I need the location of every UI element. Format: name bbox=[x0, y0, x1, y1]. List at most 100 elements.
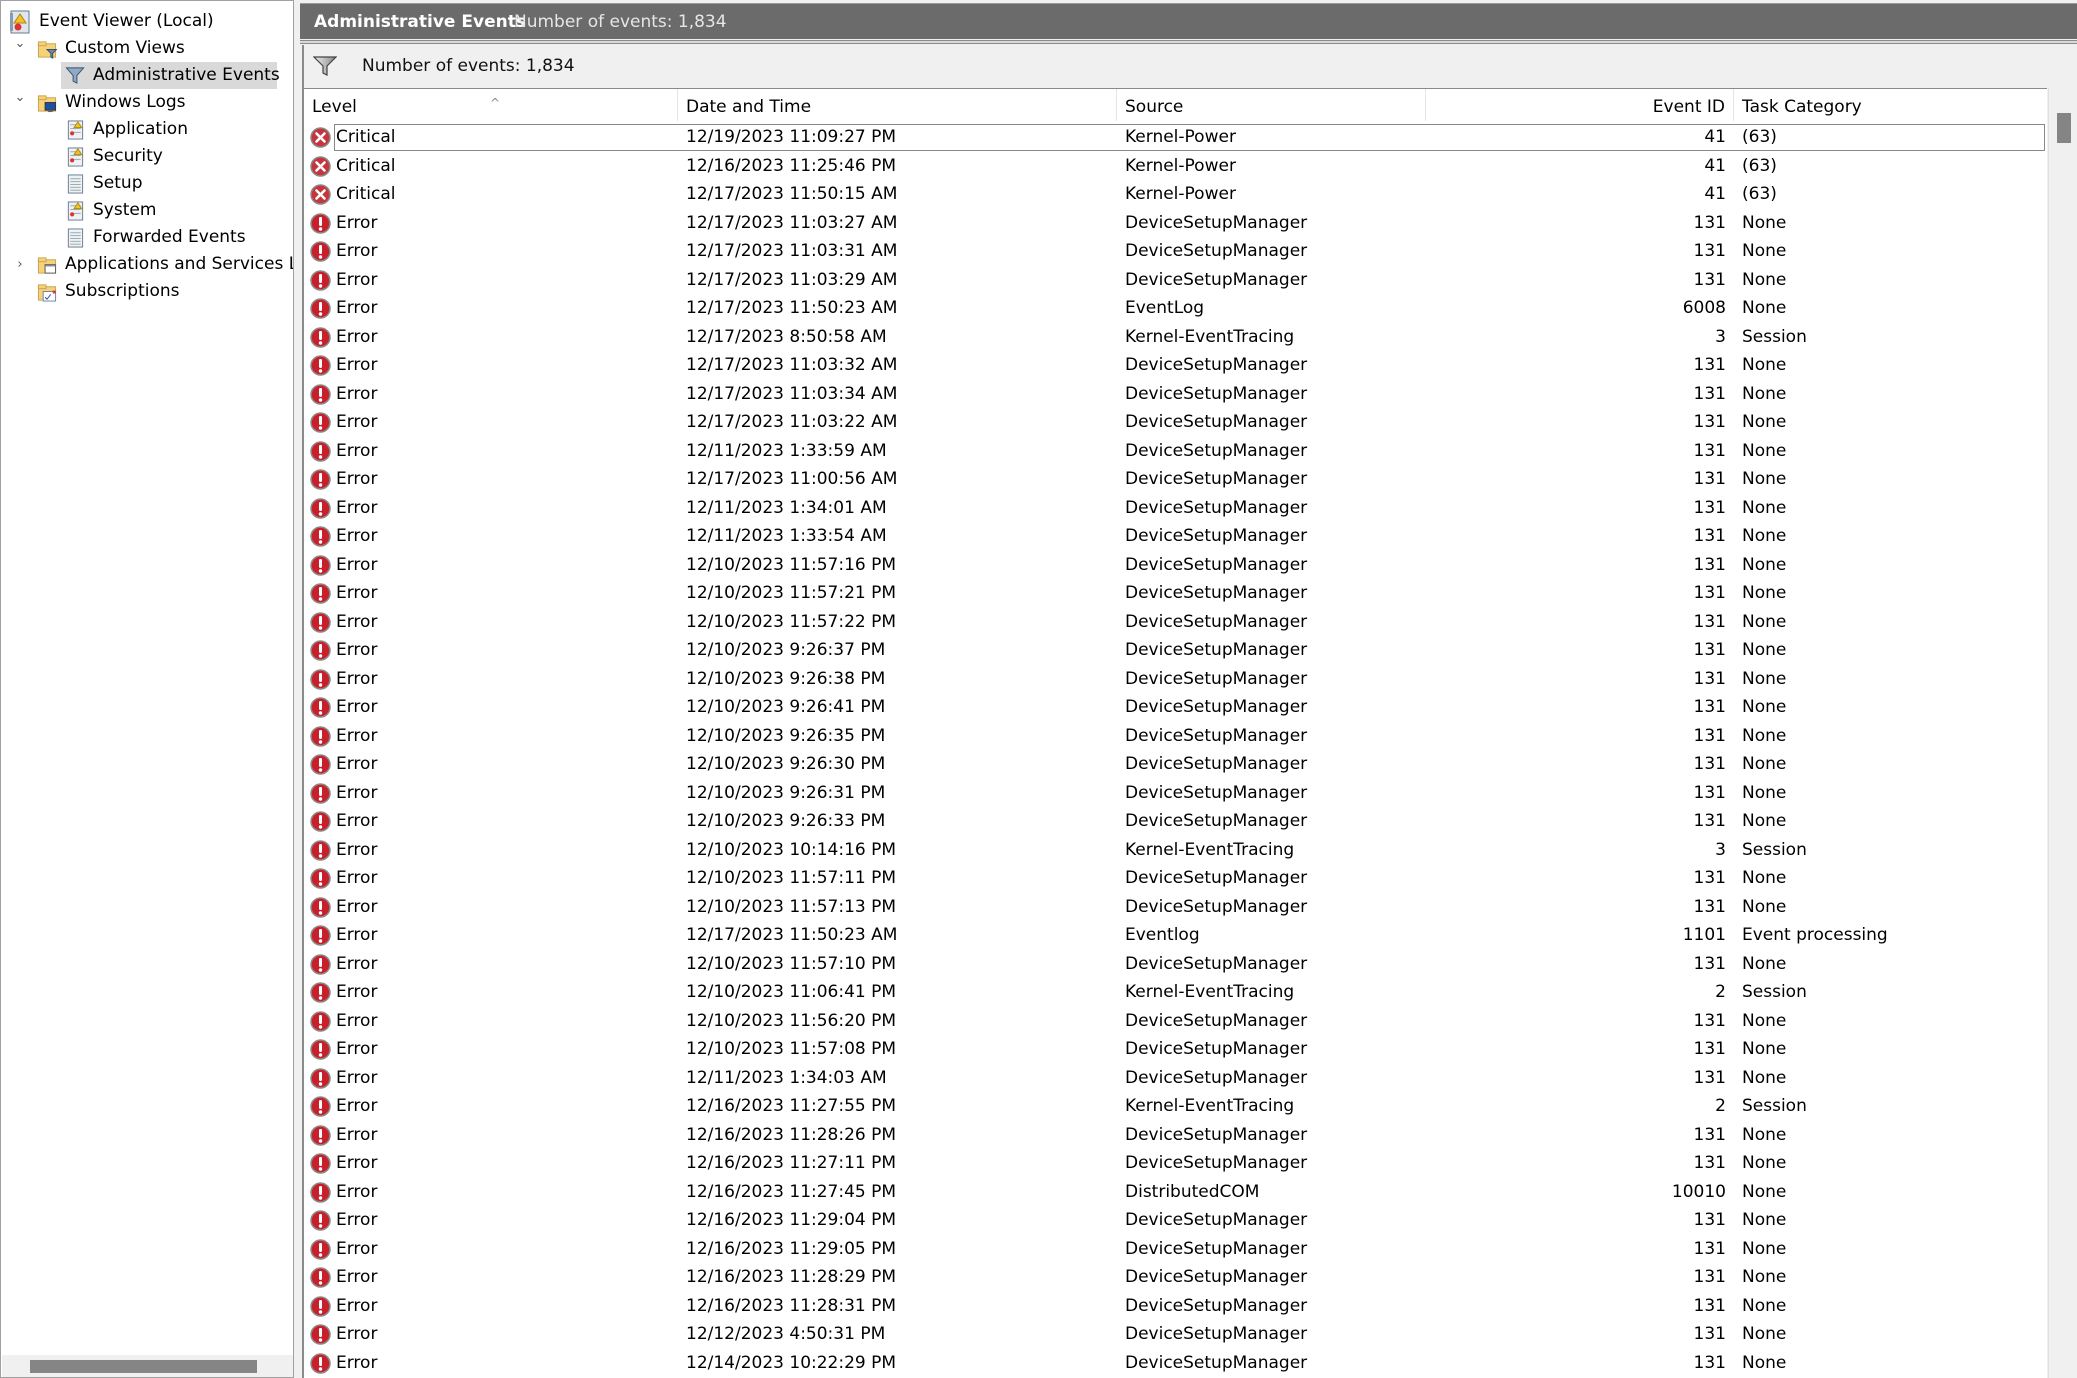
table-row[interactable]: Error 12/10/2023 9:26:37 PM DeviceSetupMan… bbox=[304, 636, 2047, 665]
cell-event-id: 131 bbox=[1693, 440, 1726, 461]
table-row[interactable]: Error 12/10/2023 11:57:16 PM DeviceSetupMa… bbox=[304, 551, 2047, 580]
column-header-date-time[interactable]: Date and Time bbox=[678, 89, 1117, 121]
tree-item-windows-logs[interactable]: ⌄ Windows Logs bbox=[1, 89, 293, 116]
table-row[interactable]: Error 12/17/2023 11:03:22 AM DeviceSetupMa… bbox=[304, 408, 2047, 437]
chevron-right-icon[interactable]: › bbox=[13, 251, 27, 278]
table-row[interactable]: Error 12/17/2023 11:03:32 AM DeviceSetupMa… bbox=[304, 351, 2047, 380]
cell-level: Error bbox=[304, 1121, 678, 1150]
cell-source: DeviceSetupManager bbox=[1125, 1153, 1308, 1173]
table-row[interactable]: Error 12/10/2023 9:26:33 PM DeviceSetupMan… bbox=[304, 807, 2047, 836]
table-row[interactable]: Error 12/16/2023 11:28:26 PM DeviceSetupMa… bbox=[304, 1121, 2047, 1150]
tree-item-application[interactable]: Application bbox=[1, 116, 293, 143]
scrollbar-thumb[interactable] bbox=[2057, 113, 2071, 143]
tree-item-security[interactable]: Security bbox=[1, 143, 293, 170]
table-row[interactable]: Error 12/16/2023 11:27:11 PM DeviceSetupMa… bbox=[304, 1149, 2047, 1178]
column-header-source[interactable]: Source bbox=[1117, 89, 1426, 121]
tree-item-forwarded-events[interactable]: Forwarded Events bbox=[1, 224, 293, 251]
critical-icon bbox=[310, 155, 331, 177]
table-row[interactable]: Error 12/11/2023 1:33:54 AM DeviceSetupMan… bbox=[304, 522, 2047, 551]
table-row[interactable]: Error 12/16/2023 11:27:45 PM DistributedCO… bbox=[304, 1178, 2047, 1207]
table-row[interactable]: Error 12/16/2023 11:28:29 PM DeviceSetupMa… bbox=[304, 1263, 2047, 1292]
table-row[interactable]: Error 12/11/2023 1:34:03 AM DeviceSetupMan… bbox=[304, 1064, 2047, 1093]
table-row[interactable]: Error 12/10/2023 11:06:41 PM Kernel-EventT… bbox=[304, 978, 2047, 1007]
cell-task-category: None bbox=[1742, 668, 1787, 689]
column-header-task-category[interactable]: Task Category bbox=[1734, 89, 2047, 121]
cell-level: Error bbox=[304, 836, 678, 865]
table-row[interactable]: Error 12/10/2023 11:57:13 PM DeviceSetupMa… bbox=[304, 893, 2047, 922]
cell-event-id: 131 bbox=[1693, 754, 1726, 774]
cell-level: Error bbox=[304, 1235, 678, 1264]
table-row[interactable]: Error 12/10/2023 11:56:20 PM DeviceSetupMa… bbox=[304, 1007, 2047, 1036]
table-row[interactable]: Error 12/10/2023 11:57:08 PM DeviceSetupMa… bbox=[304, 1035, 2047, 1064]
tree-item-system[interactable]: System bbox=[1, 197, 293, 224]
cell-date-time: 12/17/2023 11:03:34 AM bbox=[686, 383, 898, 404]
tree-item-administrative-events[interactable]: Administrative Events bbox=[1, 62, 293, 89]
cell-source: Kernel-EventTracing bbox=[1125, 326, 1295, 347]
tree-item-applications-and-services-logs[interactable]: › Applications and Services Logs bbox=[1, 251, 293, 278]
table-row[interactable]: Critical 12/17/2023 11:50:15 AM Kernel-Pow… bbox=[304, 180, 2047, 209]
table-row[interactable]: Error 12/17/2023 11:03:31 AM DeviceSetupMa… bbox=[304, 237, 2047, 266]
cell-event-id: 131 bbox=[1693, 640, 1726, 660]
cell-source: DeviceSetupManager bbox=[1125, 754, 1308, 774]
table-row[interactable]: Error 12/10/2023 11:57:22 PM DeviceSetupMa… bbox=[304, 608, 2047, 637]
table-row[interactable]: Error 12/10/2023 11:57:21 PM DeviceSetupMa… bbox=[304, 579, 2047, 608]
table-row[interactable]: Error 12/17/2023 11:00:56 AM DeviceSetupMa… bbox=[304, 465, 2047, 494]
table-row[interactable]: Error 12/10/2023 9:26:38 PM DeviceSetupMan… bbox=[304, 665, 2047, 694]
table-row[interactable]: Error 12/16/2023 11:28:31 PM DeviceSetupMa… bbox=[304, 1292, 2047, 1321]
table-row[interactable]: Error 12/10/2023 9:26:41 PM DeviceSetupMan… bbox=[304, 693, 2047, 722]
cell-level: Error bbox=[304, 693, 678, 722]
table-row[interactable]: Error 12/12/2023 4:50:31 PM DeviceSetupMan… bbox=[304, 1320, 2047, 1349]
table-row[interactable]: Error 12/17/2023 11:03:34 AM DeviceSetupMa… bbox=[304, 380, 2047, 409]
cell-date-time: 12/10/2023 11:57:08 PM bbox=[686, 1039, 897, 1059]
tree-item-subscriptions[interactable]: Subscriptions bbox=[1, 278, 293, 305]
cell-date-time: 12/17/2023 11:03:22 AM bbox=[686, 412, 898, 432]
table-row[interactable]: Error 12/11/2023 1:33:59 AM DeviceSetupMan… bbox=[304, 437, 2047, 466]
error-icon bbox=[310, 298, 331, 319]
table-row[interactable]: Error 12/11/2023 1:34:01 AM DeviceSetupMan… bbox=[304, 494, 2047, 523]
cell-date-time: 12/10/2023 9:26:33 PM bbox=[686, 811, 886, 831]
table-row[interactable]: Error 12/17/2023 11:50:23 AM EventLog 6008 N… bbox=[304, 294, 2047, 323]
table-row[interactable]: Error 12/10/2023 11:57:10 PM DeviceSetupMa… bbox=[304, 950, 2047, 979]
tree-item-custom-views[interactable]: ⌄ Custom Views bbox=[1, 35, 293, 62]
cell-source: DeviceSetupManager bbox=[1125, 1010, 1308, 1031]
table-row[interactable]: Error 12/10/2023 9:26:30 PM DeviceSetupMan… bbox=[304, 750, 2047, 779]
scrollbar-thumb[interactable] bbox=[30, 1360, 257, 1373]
table-row[interactable]: Error 12/17/2023 11:03:29 AM DeviceSetupMa… bbox=[304, 266, 2047, 295]
level-text: Critical bbox=[336, 184, 396, 204]
table-row[interactable]: Error 12/17/2023 11:50:23 AM Eventlog 1101 E… bbox=[304, 921, 2047, 950]
table-row[interactable]: Critical 12/16/2023 11:25:46 PM Kernel-Pow… bbox=[304, 152, 2047, 181]
column-header-event-id[interactable]: Event ID bbox=[1426, 89, 1734, 121]
cell-source: Kernel-EventTracing bbox=[1125, 1096, 1295, 1116]
error-icon bbox=[310, 953, 331, 975]
cell-task-category: None bbox=[1742, 1067, 1787, 1088]
table-row[interactable]: Error 12/17/2023 8:50:58 AM Kernel-EventTr… bbox=[304, 323, 2047, 352]
cell-event-id: 131 bbox=[1693, 1067, 1726, 1088]
cell-level: Critical bbox=[304, 180, 678, 209]
log-warning-icon bbox=[67, 120, 84, 140]
table-row[interactable]: Error 12/10/2023 9:26:35 PM DeviceSetupMan… bbox=[304, 722, 2047, 751]
horizontal-scrollbar[interactable] bbox=[2, 1355, 293, 1377]
tree-item-setup[interactable]: Setup bbox=[1, 170, 293, 197]
table-row[interactable]: Error 12/16/2023 11:29:05 PM DeviceSetupMa… bbox=[304, 1235, 2047, 1264]
table-row[interactable]: Error 12/10/2023 10:14:16 PM Kernel-EventT… bbox=[304, 836, 2047, 865]
table-row[interactable]: Error 12/10/2023 11:57:11 PM DeviceSetupMa… bbox=[304, 864, 2047, 893]
cell-source: DeviceSetupManager bbox=[1125, 668, 1308, 689]
sort-ascending-icon: ^ bbox=[490, 96, 501, 110]
table-row[interactable]: Error 12/17/2023 11:03:27 AM DeviceSetupMa… bbox=[304, 209, 2047, 238]
tree-label: Subscriptions bbox=[65, 281, 180, 301]
cell-level: Error bbox=[304, 1206, 678, 1235]
divider bbox=[300, 40, 2077, 44]
table-row[interactable]: Error 12/16/2023 11:27:55 PM Kernel-EventT… bbox=[304, 1092, 2047, 1121]
cell-event-id: 131 bbox=[1693, 1295, 1726, 1316]
table-row[interactable]: Error 12/16/2023 11:29:04 PM DeviceSetupMa… bbox=[304, 1206, 2047, 1235]
chevron-down-icon[interactable]: ⌄ bbox=[13, 30, 27, 57]
cell-event-id: 41 bbox=[1704, 127, 1726, 147]
cell-source: DeviceSetupManager bbox=[1125, 383, 1308, 404]
table-row[interactable]: Critical 12/19/2023 11:09:27 PM Kernel-Pow… bbox=[304, 123, 2047, 152]
vertical-scrollbar[interactable] bbox=[2048, 88, 2077, 1378]
cell-date-time: 12/10/2023 11:56:20 PM bbox=[686, 1010, 897, 1031]
column-header-level[interactable]: Level ^ bbox=[304, 89, 678, 121]
table-row[interactable]: Error 12/14/2023 10:22:29 PM DeviceSetupMa… bbox=[304, 1349, 2047, 1378]
table-row[interactable]: Error 12/10/2023 9:26:31 PM DeviceSetupMan… bbox=[304, 779, 2047, 808]
cell-date-time: 12/17/2023 8:50:58 AM bbox=[686, 326, 887, 347]
